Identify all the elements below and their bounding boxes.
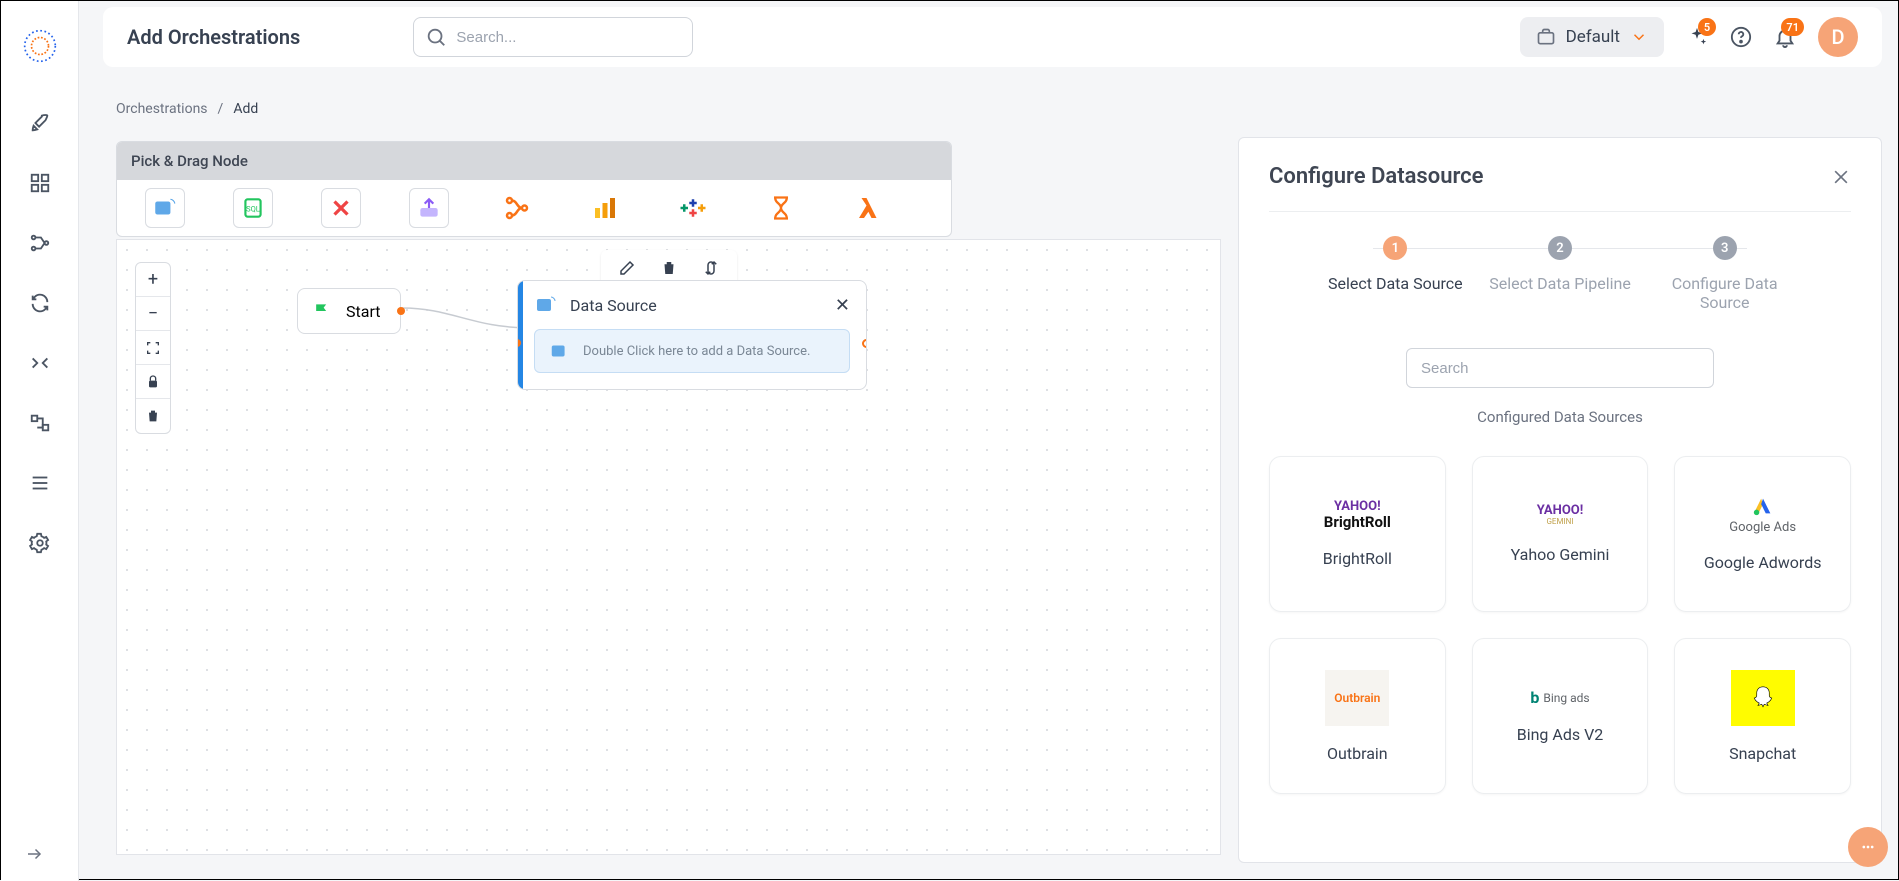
yahoo-gemini-logo-icon: YAHOO!GEMINI — [1537, 504, 1584, 527]
configure-datasource-panel: Configure Datasource 1 Select Data Sourc… — [1238, 137, 1882, 863]
snapchat-logo-icon — [1731, 670, 1795, 726]
ds-node-hint: Double Click here to add a Data Source. — [583, 344, 810, 359]
notifications-button[interactable]: 71 — [1774, 26, 1796, 48]
app-logo[interactable] — [23, 29, 57, 63]
search-icon — [425, 26, 447, 48]
fit-screen-button[interactable] — [136, 331, 170, 365]
ds-node-placeholder[interactable]: Double Click here to add a Data Source. — [534, 329, 850, 373]
sidebar-item-settings[interactable] — [20, 523, 60, 563]
sidebar-item-list[interactable] — [20, 463, 60, 503]
card-snapchat[interactable]: Snapchat — [1674, 638, 1851, 794]
ds-node-out-port[interactable] — [862, 339, 867, 348]
datasource-node[interactable]: Data Source ✕ Double Click here to add a… — [517, 280, 867, 390]
outbrain-logo-icon: Outbrain — [1325, 670, 1389, 726]
notifications-badge: 71 — [1781, 18, 1804, 36]
start-node[interactable]: Start — [297, 288, 401, 334]
datasource-icon — [534, 293, 558, 317]
palette-node-lambda[interactable] — [849, 188, 889, 228]
briefcase-icon — [1536, 27, 1556, 47]
breadcrumb-current: Add — [233, 101, 258, 117]
ds-node-close-button[interactable]: ✕ — [835, 295, 850, 316]
palette-node-wait[interactable] — [761, 188, 801, 228]
card-outbrain[interactable]: Outbrain Outbrain — [1269, 638, 1446, 794]
zoom-in-button[interactable]: + — [136, 263, 170, 297]
user-avatar[interactable]: D — [1818, 17, 1858, 57]
sidebar-item-dashboard[interactable] — [20, 163, 60, 203]
sidebar-item-transform[interactable] — [20, 343, 60, 383]
start-node-label: Start — [346, 302, 380, 321]
help-button[interactable] — [1730, 26, 1752, 48]
step-configure-source[interactable]: 3 Configure Data Source — [1642, 236, 1807, 312]
breadcrumb: Orchestrations / Add — [116, 101, 258, 117]
palette-node-branch[interactable] — [497, 188, 537, 228]
sidebar-expand-icon[interactable] — [25, 845, 43, 863]
google-ads-logo-icon: Google Ads — [1729, 496, 1796, 535]
chat-support-button[interactable] — [1848, 827, 1888, 867]
canvas-delete-button[interactable] — [136, 399, 170, 433]
palette-node-cancel[interactable] — [321, 188, 361, 228]
flow-canvas[interactable]: + − Start — [116, 239, 1221, 855]
card-yahoo-gemini[interactable]: YAHOO!GEMINI Yahoo Gemini — [1472, 456, 1649, 612]
breadcrumb-sep: / — [218, 101, 224, 117]
sidebar-item-pipeline[interactable] — [20, 223, 60, 263]
card-brightroll[interactable]: YAHOO!BrightRoll BrightRoll — [1269, 456, 1446, 612]
node-route-button[interactable] — [699, 256, 723, 280]
card-bing-ads[interactable]: bBing ads Bing Ads V2 — [1472, 638, 1649, 794]
node-delete-button[interactable] — [657, 256, 681, 280]
palette-node-tableau[interactable] — [673, 188, 713, 228]
brightroll-logo-icon: YAHOO!BrightRoll — [1324, 500, 1391, 531]
ds-node-title: Data Source — [570, 296, 657, 315]
sidebar-item-orchestration[interactable] — [20, 403, 60, 443]
node-edit-button[interactable] — [615, 256, 639, 280]
datasource-search-input[interactable] — [1406, 348, 1714, 388]
datasource-small-icon — [549, 340, 571, 362]
step-select-source[interactable]: 1 Select Data Source — [1313, 236, 1478, 293]
palette-node-upload[interactable] — [409, 188, 449, 228]
workspace-selector[interactable]: Default — [1520, 17, 1664, 57]
zoom-out-button[interactable]: − — [136, 297, 170, 331]
workspace-label: Default — [1566, 27, 1620, 47]
palette-node-datasource[interactable] — [145, 188, 185, 228]
panel-subtitle: Configured Data Sources — [1269, 408, 1851, 426]
global-search-input[interactable] — [413, 17, 693, 57]
palette-title: Pick & Drag Node — [117, 142, 951, 180]
breadcrumb-parent[interactable]: Orchestrations — [116, 101, 208, 117]
svg-text:SQL: SQL — [246, 204, 260, 213]
panel-close-button[interactable] — [1831, 167, 1851, 187]
sidebar-item-refresh[interactable] — [20, 283, 60, 323]
sparkle-badge: 5 — [1698, 18, 1716, 36]
palette-node-powerbi[interactable] — [585, 188, 625, 228]
step-select-pipeline[interactable]: 2 Select Data Pipeline — [1478, 236, 1643, 293]
flag-icon — [312, 301, 332, 321]
bing-ads-logo-icon: bBing ads — [1530, 688, 1589, 707]
sidebar-item-rocket[interactable] — [20, 103, 60, 143]
palette-node-sql[interactable]: SQL — [233, 188, 273, 228]
panel-title: Configure Datasource — [1269, 164, 1484, 189]
chevron-down-icon — [1630, 28, 1648, 46]
page-title: Add Orchestrations — [127, 25, 300, 49]
card-google-adwords[interactable]: Google Ads Google Adwords — [1674, 456, 1851, 612]
start-node-out-port[interactable] — [397, 307, 405, 315]
ai-sparkle-button[interactable]: 5 — [1686, 26, 1708, 48]
lock-button[interactable] — [136, 365, 170, 399]
